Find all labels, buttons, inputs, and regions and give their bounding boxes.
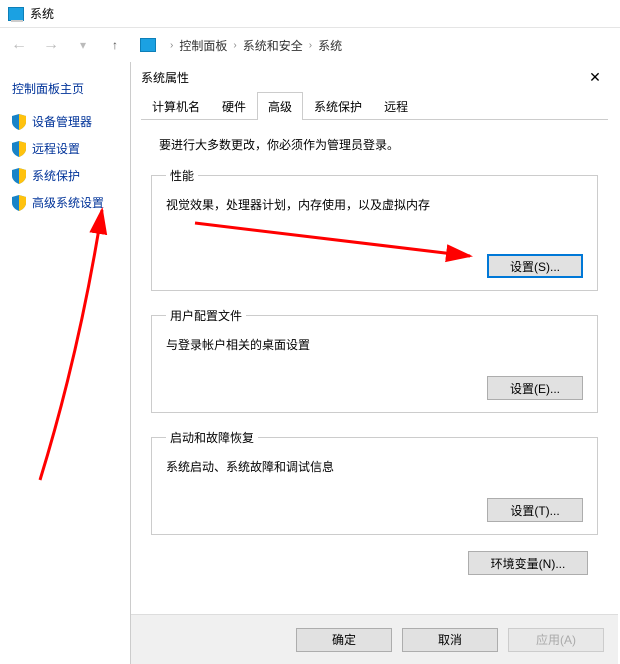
breadcrumb-item[interactable]: 系统和安全	[243, 37, 303, 54]
startup-group: 启动和故障恢复 系统启动、系统故障和调试信息 设置(T)...	[151, 429, 598, 535]
forward-button[interactable]: →	[40, 34, 62, 56]
sidebar-item-remote-settings[interactable]: 远程设置	[12, 140, 120, 157]
back-button[interactable]: ←	[8, 34, 30, 56]
performance-desc: 视觉效果，处理器计划，内存使用，以及虚拟内存	[166, 196, 583, 214]
user-profiles-desc: 与登录帐户相关的桌面设置	[166, 336, 583, 354]
sidebar-item-label: 远程设置	[32, 140, 80, 157]
shield-icon	[12, 168, 26, 184]
chevron-right-icon: ›	[170, 40, 173, 51]
tab-computer-name[interactable]: 计算机名	[141, 92, 211, 119]
breadcrumb-item[interactable]: 控制面板	[179, 37, 227, 54]
sidebar-item-label: 设备管理器	[32, 113, 92, 130]
performance-settings-button[interactable]: 设置(S)...	[487, 254, 583, 278]
shield-icon	[12, 114, 26, 130]
dialog-titlebar: 系统属性 ✕	[131, 62, 618, 92]
breadcrumb-item[interactable]: 系统	[318, 37, 342, 54]
cancel-button[interactable]: 取消	[402, 628, 498, 652]
tab-hardware[interactable]: 硬件	[211, 92, 257, 119]
sidebar-item-label: 高级系统设置	[32, 194, 104, 211]
window-title: 系统	[30, 5, 54, 22]
group-legend: 用户配置文件	[166, 307, 246, 324]
startup-desc: 系统启动、系统故障和调试信息	[166, 458, 583, 476]
up-button[interactable]: ↑	[104, 34, 126, 56]
window-titlebar: 系统	[0, 0, 620, 28]
tab-bar: 计算机名 硬件 高级 系统保护 远程	[131, 92, 618, 119]
performance-group: 性能 视觉效果，处理器计划，内存使用，以及虚拟内存 设置(S)...	[151, 167, 598, 291]
tab-advanced[interactable]: 高级	[257, 92, 303, 120]
chevron-right-icon: ›	[309, 40, 312, 51]
dialog-button-bar: 确定 取消 应用(A)	[131, 614, 618, 664]
close-icon: ✕	[589, 69, 601, 86]
sidebar-item-system-protection[interactable]: 系统保护	[12, 167, 120, 184]
close-button[interactable]: ✕	[582, 64, 608, 90]
group-legend: 性能	[166, 167, 198, 184]
dropdown-arrow-icon[interactable]: ▾	[72, 34, 94, 56]
sidebar-title: 控制面板主页	[12, 80, 120, 97]
location-icon	[140, 38, 156, 52]
tab-content-advanced: 要进行大多数更改，你必须作为管理员登录。 性能 视觉效果，处理器计划，内存使用，…	[141, 119, 608, 585]
tab-system-protection[interactable]: 系统保护	[303, 92, 373, 119]
shield-icon	[12, 195, 26, 211]
app-icon	[8, 7, 24, 21]
group-legend: 启动和故障恢复	[166, 429, 258, 446]
tab-remote[interactable]: 远程	[373, 92, 419, 119]
breadcrumb[interactable]: › 控制面板 › 系统和安全 › 系统	[170, 37, 342, 54]
navbar: ← → ▾ ↑ › 控制面板 › 系统和安全 › 系统	[0, 28, 620, 62]
ok-button[interactable]: 确定	[296, 628, 392, 652]
admin-notice: 要进行大多数更改，你必须作为管理员登录。	[159, 136, 598, 153]
sidebar: 控制面板主页 设备管理器 远程设置 系统保护 高级系统设置	[0, 62, 130, 664]
startup-settings-button[interactable]: 设置(T)...	[487, 498, 583, 522]
user-profiles-settings-button[interactable]: 设置(E)...	[487, 376, 583, 400]
sidebar-item-device-manager[interactable]: 设备管理器	[12, 113, 120, 130]
shield-icon	[12, 141, 26, 157]
apply-button[interactable]: 应用(A)	[508, 628, 604, 652]
dialog-title: 系统属性	[141, 69, 189, 86]
environment-variables-button[interactable]: 环境变量(N)...	[468, 551, 588, 575]
sidebar-item-advanced-settings[interactable]: 高级系统设置	[12, 194, 120, 211]
chevron-right-icon: ›	[233, 40, 236, 51]
user-profiles-group: 用户配置文件 与登录帐户相关的桌面设置 设置(E)...	[151, 307, 598, 413]
system-properties-dialog: 系统属性 ✕ 计算机名 硬件 高级 系统保护 远程 要进行大多数更改，你必须作为…	[130, 62, 618, 664]
sidebar-item-label: 系统保护	[32, 167, 80, 184]
